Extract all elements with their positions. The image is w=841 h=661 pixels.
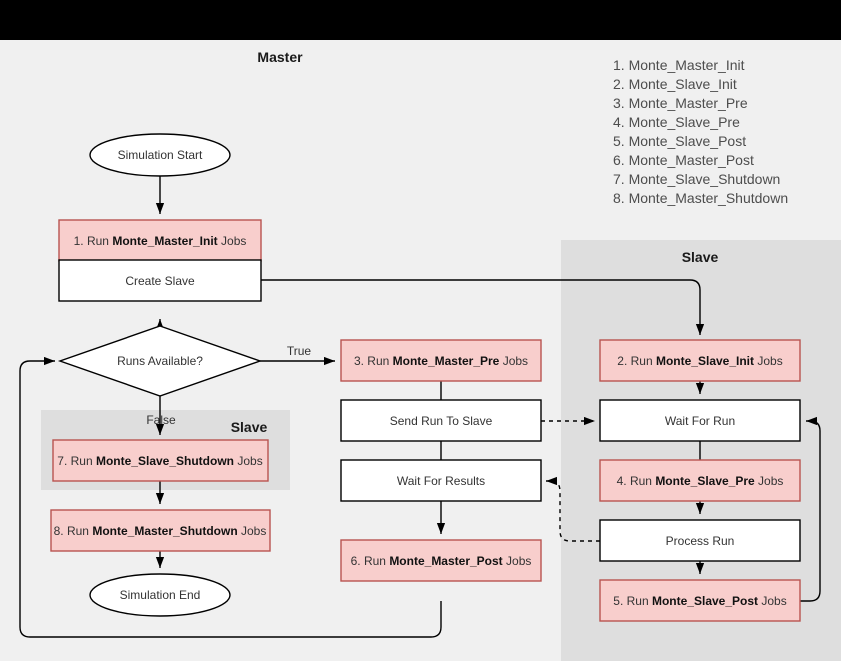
node-create-slave-label: Create Slave	[125, 274, 195, 288]
node-step7-label: 7. Run Monte_Slave_Shutdown Jobs	[57, 454, 262, 468]
node-wait-run-label: Wait For Run	[665, 414, 735, 428]
legend-item: 7. Monte_Slave_Shutdown	[613, 171, 780, 187]
node-step3-label: 3. Run Monte_Master_Pre Jobs	[354, 354, 528, 368]
node-step7-slave-shutdown[interactable]: 7. Run Monte_Slave_Shutdown Jobs	[52, 439, 269, 482]
node-wait-for-results[interactable]: Wait For Results	[340, 459, 542, 502]
legend-list: 1. Monte_Master_Init 2. Monte_Slave_Init…	[613, 57, 788, 206]
node-step4-label: 4. Run Monte_Slave_Pre Jobs	[617, 474, 784, 488]
node-step2-label: 2. Run Monte_Slave_Init Jobs	[617, 354, 782, 368]
node-process-run-label: Process Run	[666, 534, 735, 548]
legend-item: 6. Monte_Master_Post	[613, 152, 754, 168]
lane-title-master: Master	[257, 49, 303, 65]
node-step3-master-pre[interactable]: 3. Run Monte_Master_Pre Jobs	[340, 339, 542, 382]
legend-item: 4. Monte_Slave_Pre	[613, 114, 740, 130]
node-wait-results-label: Wait For Results	[397, 474, 485, 488]
node-simulation-start-label: Simulation Start	[118, 148, 203, 162]
legend-item: 2. Monte_Slave_Init	[613, 76, 737, 92]
node-decision-runs-available[interactable]: Runs Available?	[57, 325, 263, 397]
node-decision-label: Runs Available?	[117, 354, 203, 368]
node-step6-label: 6. Run Monte_Master_Post Jobs	[351, 554, 532, 568]
node-step1-master-init[interactable]: 1. Run Monte_Master_Init Jobs	[58, 219, 262, 262]
edge-label-false: False	[146, 413, 176, 427]
lane-title-slave-left: Slave	[231, 419, 268, 435]
edge-label-true: True	[287, 344, 312, 358]
node-send-run-to-slave[interactable]: Send Run To Slave	[340, 399, 542, 442]
legend-item: 5. Monte_Slave_Post	[613, 133, 746, 149]
node-create-slave[interactable]: Create Slave	[58, 259, 262, 302]
node-step8-master-shutdown[interactable]: 8. Run Monte_Master_Shutdown Jobs	[50, 509, 271, 552]
node-process-run[interactable]: Process Run	[599, 519, 801, 562]
legend-item: 1. Monte_Master_Init	[613, 57, 745, 73]
node-step2-slave-init[interactable]: 2. Run Monte_Slave_Init Jobs	[599, 339, 801, 382]
node-step6-master-post[interactable]: 6. Run Monte_Master_Post Jobs	[340, 539, 542, 582]
node-wait-for-run[interactable]: Wait For Run	[599, 399, 801, 442]
node-simulation-end-label: Simulation End	[120, 588, 201, 602]
node-step5-label: 5. Run Monte_Slave_Post Jobs	[613, 594, 786, 608]
flowchart-page: Master Slave Slave 1. Monte_Master_Init …	[0, 0, 841, 661]
node-send-run-label: Send Run To Slave	[390, 414, 493, 428]
node-step1-label: 1. Run Monte_Master_Init Jobs	[74, 234, 247, 248]
legend-item: 8. Monte_Master_Shutdown	[613, 190, 788, 206]
node-step4-slave-pre[interactable]: 4. Run Monte_Slave_Pre Jobs	[599, 459, 801, 502]
node-simulation-start[interactable]: Simulation Start	[89, 133, 231, 177]
node-step8-label: 8. Run Monte_Master_Shutdown Jobs	[54, 524, 267, 538]
legend-item: 3. Monte_Master_Pre	[613, 95, 748, 111]
top-black-bar	[0, 0, 841, 40]
lane-title-slave-right: Slave	[682, 249, 719, 265]
flowchart-canvas: Master Slave Slave 1. Monte_Master_Init …	[19, 49, 841, 661]
node-step5-slave-post[interactable]: 5. Run Monte_Slave_Post Jobs	[599, 579, 801, 622]
node-simulation-end[interactable]: Simulation End	[89, 573, 231, 617]
